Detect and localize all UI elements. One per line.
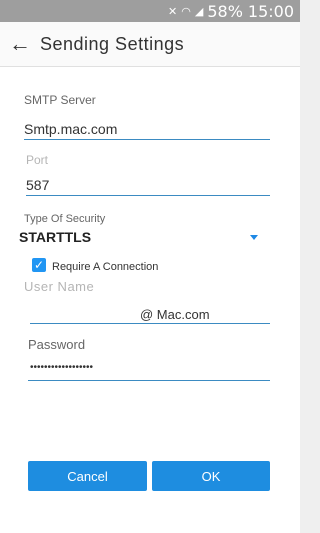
security-dropdown[interactable]: STARTTLS [19,229,91,245]
cancel-button[interactable]: Cancel [28,461,147,491]
chevron-down-icon[interactable] [250,235,258,240]
battery-level: 58% [207,1,243,21]
user-name-underline [30,323,270,324]
mute-icon: ✕ [168,4,178,18]
user-name-input[interactable] [30,307,135,323]
status-bar: ✕ ◠ ◢ 58% 15:00 [0,0,300,22]
password-input[interactable]: •••••••••••••••••• [30,362,93,373]
signal-icon: ◢ [194,4,204,18]
port-input[interactable]: 587 [26,177,49,193]
require-connection-checkbox[interactable]: ✓ [32,258,46,272]
wifi-icon: ◠ [181,4,191,18]
password-label: Password [28,337,86,352]
smtp-server-underline [24,139,270,140]
app-bar: ← Sending Settings [0,22,300,67]
smtp-server-input[interactable]: Smtp.mac.com [24,121,117,137]
require-connection-label: Require A Connection [52,261,159,273]
arrow-left-icon[interactable]: ← [0,22,40,66]
smtp-server-label: SMTP Server [24,93,96,107]
port-label: Port [26,153,49,167]
security-label: Type Of Security [24,213,106,225]
ok-button[interactable]: OK [152,461,270,491]
password-underline [28,380,270,381]
user-name-domain-suffix: @ Mac.com [140,307,210,322]
user-name-label: User Name [24,279,95,294]
settings-form: SMTP Server Smtp.mac.com Port 587 Type O… [0,67,300,533]
page-title: Sending Settings [40,33,185,54]
port-underline [26,195,270,196]
clock: 15:00 [247,1,294,21]
